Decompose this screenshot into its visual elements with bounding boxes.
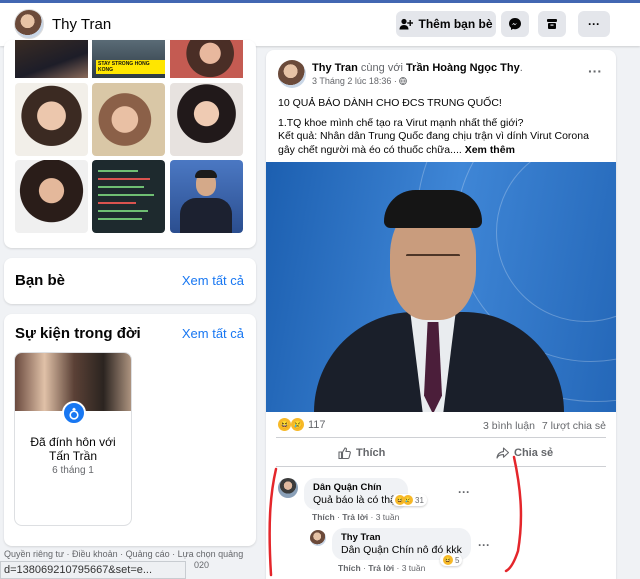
person-plus-icon [399,18,414,30]
post-counts: 3 bình luận 7 lượt chia sẻ [483,420,606,432]
post-timestamp[interactable]: 3 Tháng 2 lúc 18:36 · [312,76,408,86]
life-events-see-all-link[interactable]: Xem tất cả [182,326,244,341]
friends-title: Bạn bè [15,272,66,289]
life-event-date: 6 tháng 1 [52,465,94,476]
status-url-bar: d=138069210795667&set=e... [0,561,186,579]
photo-thumbnail[interactable] [15,83,88,156]
post-body: 10 QUẢ BÁO DÀNH CHO ĐCS TRUNG QUỐC! 1.TQ… [278,97,604,157]
footer-trailing: 020 [194,560,210,570]
profile-avatar[interactable] [14,9,44,39]
comments-count-link[interactable]: 3 bình luận [483,420,535,432]
save-button[interactable] [538,11,566,37]
post-headline: 10 QUẢ BÁO DÀNH CHO ĐCS TRUNG QUỐC! [278,97,502,109]
life-events-card: Sự kiện trong đời Xem tất cả Đã đính hôn… [4,314,256,546]
post-time-text: 3 Tháng 2 lúc 18:36 · [312,76,397,86]
friends-card: Bạn bè Xem tất cả [4,258,256,304]
footer-links: Quyền riêng tư · Điều khoản · Quảng cáo … [4,549,256,570]
post-image[interactable] [266,162,616,412]
photo-thumbnail[interactable] [170,83,243,156]
friends-see-all-link[interactable]: Xem tất cả [182,273,244,288]
message-button[interactable] [501,11,529,37]
post-line-2-text: Kết quả: Nhân dân Trung Quốc đang chịu t… [278,130,589,156]
see-more-link[interactable]: Xem thêm [465,144,515,156]
photo-thumbnail[interactable]: STAY STRONG HONG KONG [92,40,165,78]
more-options-button[interactable]: ··· [578,11,610,37]
post-line-2: Kết quả: Nhân dân Trung Quốc đang chịu t… [278,130,604,157]
reaction-count: 117 [308,418,326,431]
life-events-title: Sự kiện trong đời [15,325,141,342]
profile-name[interactable]: Thy Tran [52,16,111,33]
globe-icon [399,77,408,85]
photo-thumbnail[interactable] [92,160,165,233]
post-more-button[interactable]: ··· [588,63,602,79]
post-author-avatar[interactable] [278,60,306,88]
post-tagged-name[interactable]: Trần Hoàng Ngọc Thy [406,62,520,74]
sad-reaction-icon: 😢 [291,418,304,431]
shares-count-link[interactable]: 7 lượt chia sẻ [542,420,606,432]
more-icon: ··· [588,17,600,31]
life-event-title: Đã đính hôn với Tấn Trần [30,435,116,463]
post-author-line: Thy Tran cùng với Trần Hoàng Ngọc Thy. [312,62,523,74]
messenger-icon [509,18,521,30]
add-friend-label: Thêm bạn bè [418,17,493,31]
post-author-name[interactable]: Thy Tran [312,62,358,74]
photo-thumbnail[interactable] [15,160,88,233]
photo-thumbnail[interactable] [15,40,88,78]
life-event-tile[interactable]: Đã đính hôn với Tấn Trần 6 tháng 1 [14,352,132,526]
photo-thumbnail[interactable] [170,160,243,233]
post-reactions[interactable]: 😆 😢 117 [278,418,326,431]
haha-reaction-icon: 😆 [278,418,291,431]
box-icon [547,19,557,29]
photo-caption: STAY STRONG HONG KONG [96,60,165,74]
add-friend-button[interactable]: Thêm bạn bè [396,11,496,37]
footer-links-text[interactable]: Quyền riêng tư · Điều khoản · Quảng cáo … [4,549,256,559]
photos-card: STAY STRONG HONG KONG [4,40,256,248]
post-with-text: cùng với [360,62,403,74]
divider [276,437,606,438]
ring-icon [62,401,86,425]
red-annotation-marks [268,455,523,577]
photo-thumbnail[interactable] [92,83,165,156]
post-line-1: 1.TQ khoe mình chế tạo ra Virut mạnh nhấ… [278,116,524,129]
photo-thumbnail[interactable] [170,40,243,78]
